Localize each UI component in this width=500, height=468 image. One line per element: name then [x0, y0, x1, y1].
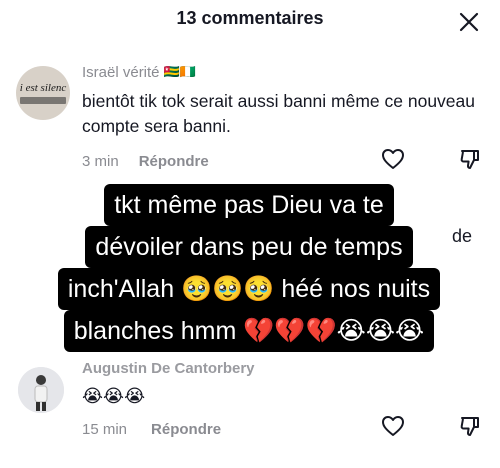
avatar[interactable]: i est silenc: [16, 66, 70, 120]
close-icon: [459, 12, 479, 32]
thumbs-down-icon: [460, 150, 479, 169]
avatar[interactable]: [18, 367, 64, 413]
dislike-button[interactable]: [455, 144, 485, 174]
avatar-subline: [20, 97, 66, 104]
like-button[interactable]: [378, 411, 408, 441]
comment-time: 3 min: [82, 153, 119, 170]
comment-meta: 3 min Répondre: [82, 153, 209, 170]
username-text: Israël vérité: [82, 64, 160, 81]
caption-line: dévoiler dans peu de temps: [85, 226, 413, 268]
comment-item: Augustin De Cantorbery 😭😭😭 15 min Répondr…: [0, 356, 500, 468]
comments-header: 13 commentaires: [0, 0, 500, 40]
avatar-figure: [18, 367, 64, 413]
dislike-button[interactable]: [455, 411, 485, 441]
heart-icon: [382, 416, 404, 436]
comment-username[interactable]: Israël vérité 🇹🇬🇨🇮: [82, 64, 196, 81]
flag-emojis: 🇹🇬🇨🇮: [163, 64, 196, 79]
avatar-text: i est silenc: [19, 82, 67, 94]
reply-button[interactable]: Répondre: [139, 153, 209, 170]
comment-time: 15 min: [82, 421, 128, 438]
heart-icon: [382, 149, 404, 169]
comment-text: bientôt tik tok serait aussi banni même …: [82, 91, 475, 136]
thumbs-down-icon: [460, 417, 479, 436]
comment-text: 😭😭😭: [82, 386, 146, 406]
like-button[interactable]: [378, 144, 408, 174]
close-button[interactable]: [452, 8, 486, 36]
comment-item: i est silenc Israël vérité 🇹🇬🇨🇮 bientôt t…: [0, 56, 500, 181]
caption-line: blanches hmm 💔💔💔😭😭😭: [63, 310, 435, 352]
comments-count-title: 13 commentaires: [176, 8, 324, 28]
caption-overlay: tkt même pas Dieu va te dévoiler dans pe…: [40, 184, 458, 352]
reply-button[interactable]: Répondre: [151, 421, 221, 438]
comment-meta: 15 min Répondre: [82, 421, 221, 438]
comment-username[interactable]: Augustin De Cantorbery: [82, 360, 255, 377]
caption-line: inch'Allah 🥹🥹🥹 héé nos nuits: [57, 268, 441, 310]
caption-line: tkt même pas Dieu va te: [104, 184, 394, 226]
